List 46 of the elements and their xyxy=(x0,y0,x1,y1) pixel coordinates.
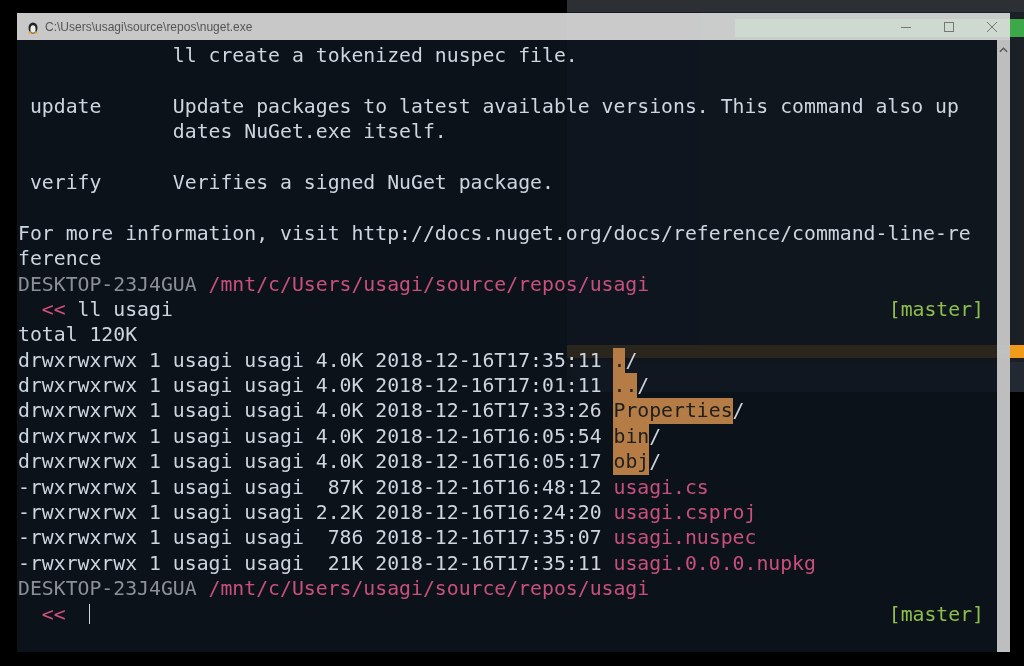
close-icon[interactable] xyxy=(986,20,998,33)
file-name: usagi.cs xyxy=(613,474,709,501)
file-name: usagi.0.0.0.nupkg xyxy=(613,550,816,577)
slash-suffix: / xyxy=(649,449,662,475)
directory-name: . xyxy=(613,347,626,374)
file-info: -rwxrwxrwx 1 usagi usagi 21K 2018-12-16T17:35:11 xyxy=(18,550,602,577)
directory-name: obj xyxy=(613,449,650,475)
file-name: usagi.nuspec xyxy=(613,525,757,551)
scrollbar[interactable] xyxy=(997,40,1010,652)
output-text: ference xyxy=(18,246,102,272)
window-title: C:\Users\usagi\source\repos\nuget.exe xyxy=(45,19,253,34)
command-name: update xyxy=(29,94,102,118)
scroll-up-icon[interactable] xyxy=(999,47,1008,53)
typed-command: ll usagi xyxy=(77,296,173,323)
host-name: DESKTOP-23J4GUA xyxy=(18,576,197,602)
prompt-symbol: << xyxy=(41,296,66,323)
command-name: verify xyxy=(29,170,102,194)
slash-suffix: / xyxy=(649,423,662,450)
slash-suffix: / xyxy=(732,398,745,424)
slash-suffix: / xyxy=(637,373,650,399)
prompt-symbol: << xyxy=(41,601,66,627)
output-text: total 120K xyxy=(18,322,138,348)
slash-suffix: / xyxy=(625,347,638,374)
command-description: Update packages to latest available versions. This command also up xyxy=(172,93,959,120)
current-path: /mnt/c/Users/usagi/source/repos/usagi xyxy=(208,271,650,297)
current-path: /mnt/c/Users/usagi/source/repos/usagi xyxy=(208,576,650,602)
directory-name: Properties xyxy=(613,398,733,424)
output-text: For more information, visit http://docs.nuget.org/docs/reference/command-line-re xyxy=(18,220,971,247)
file-info: -rwxrwxrwx 1 usagi usagi 87K 2018-12-16T16:48:12 xyxy=(18,474,602,501)
file-info: -rwxrwxrwx 1 usagi usagi 786 2018-12-16T17:35:07 xyxy=(18,525,602,551)
host-name: DESKTOP-23J4GUA xyxy=(18,271,197,297)
file-info: drwxrwxrwx 1 usagi usagi 4.0K 2018-12-16T17:01:11 xyxy=(18,373,602,399)
directory-name: .. xyxy=(613,373,638,399)
command-description: dates NuGet.exe itself. xyxy=(172,119,447,145)
file-info: drwxrwxrwx 1 usagi usagi 4.0K 2018-12-16T16:05:54 xyxy=(18,423,602,450)
command-description: ll create a tokenized nuspec file. xyxy=(172,43,578,69)
command-description: Verifies a signed NuGet package. xyxy=(172,169,554,196)
directory-name: bin xyxy=(613,423,650,450)
file-info: -rwxrwxrwx 1 usagi usagi 2.2K 2018-12-16T16:24:20 xyxy=(18,500,602,526)
file-info: drwxrwxrwx 1 usagi usagi 4.0K 2018-12-16T17:33:26 xyxy=(18,398,602,424)
file-info: drwxrwxrwx 1 usagi usagi 4.0K 2018-12-16T17:35:11 xyxy=(18,347,602,374)
maximize-icon[interactable] xyxy=(943,20,955,33)
git-branch: [master] xyxy=(888,296,984,323)
file-info: drwxrwxrwx 1 usagi usagi 4.0K 2018-12-16T16:05:17 xyxy=(18,449,602,475)
file-name: usagi.csproj xyxy=(613,500,757,526)
git-branch: [master] xyxy=(888,601,984,627)
